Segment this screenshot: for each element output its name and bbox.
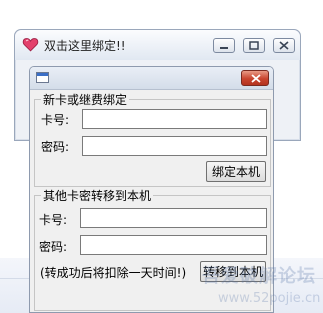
minimize-button[interactable] (213, 38, 235, 53)
heart-icon (22, 38, 39, 52)
transfer-password-label: 密码: (39, 240, 68, 254)
minimize-icon (220, 47, 228, 49)
bind-button[interactable]: 绑定本机 (206, 161, 266, 182)
main-window-title: 双击这里绑定!! (44, 39, 126, 53)
bind-card-label: 卡号: (41, 113, 70, 127)
dialog-close-button[interactable] (241, 70, 269, 86)
bind-password-label: 密码: (41, 140, 70, 154)
maximize-icon (249, 41, 259, 50)
main-window-titlebar[interactable]: 双击这里绑定!! (15, 30, 300, 60)
transfer-password-input[interactable] (80, 235, 267, 255)
watermark-text: 吾爱破解论坛 (202, 266, 316, 287)
bind-group-legend: 新卡或继费绑定 (43, 93, 128, 107)
bind-card-input[interactable] (82, 109, 267, 129)
bind-password-input[interactable] (82, 136, 267, 156)
transfer-card-input[interactable] (80, 208, 267, 228)
transfer-note: (转成功后将扣除一天时间!) (40, 266, 187, 280)
dialog-titlebar[interactable] (30, 67, 273, 90)
close-icon (251, 74, 261, 83)
window-icon (36, 72, 49, 83)
transfer-group-legend: 其他卡密转移到本机 (43, 189, 152, 203)
watermark-url: www.52pojie.cn (218, 291, 321, 306)
maximize-button[interactable] (243, 38, 265, 53)
close-button[interactable] (273, 38, 295, 53)
close-icon (279, 41, 289, 50)
transfer-card-label: 卡号: (39, 213, 68, 227)
